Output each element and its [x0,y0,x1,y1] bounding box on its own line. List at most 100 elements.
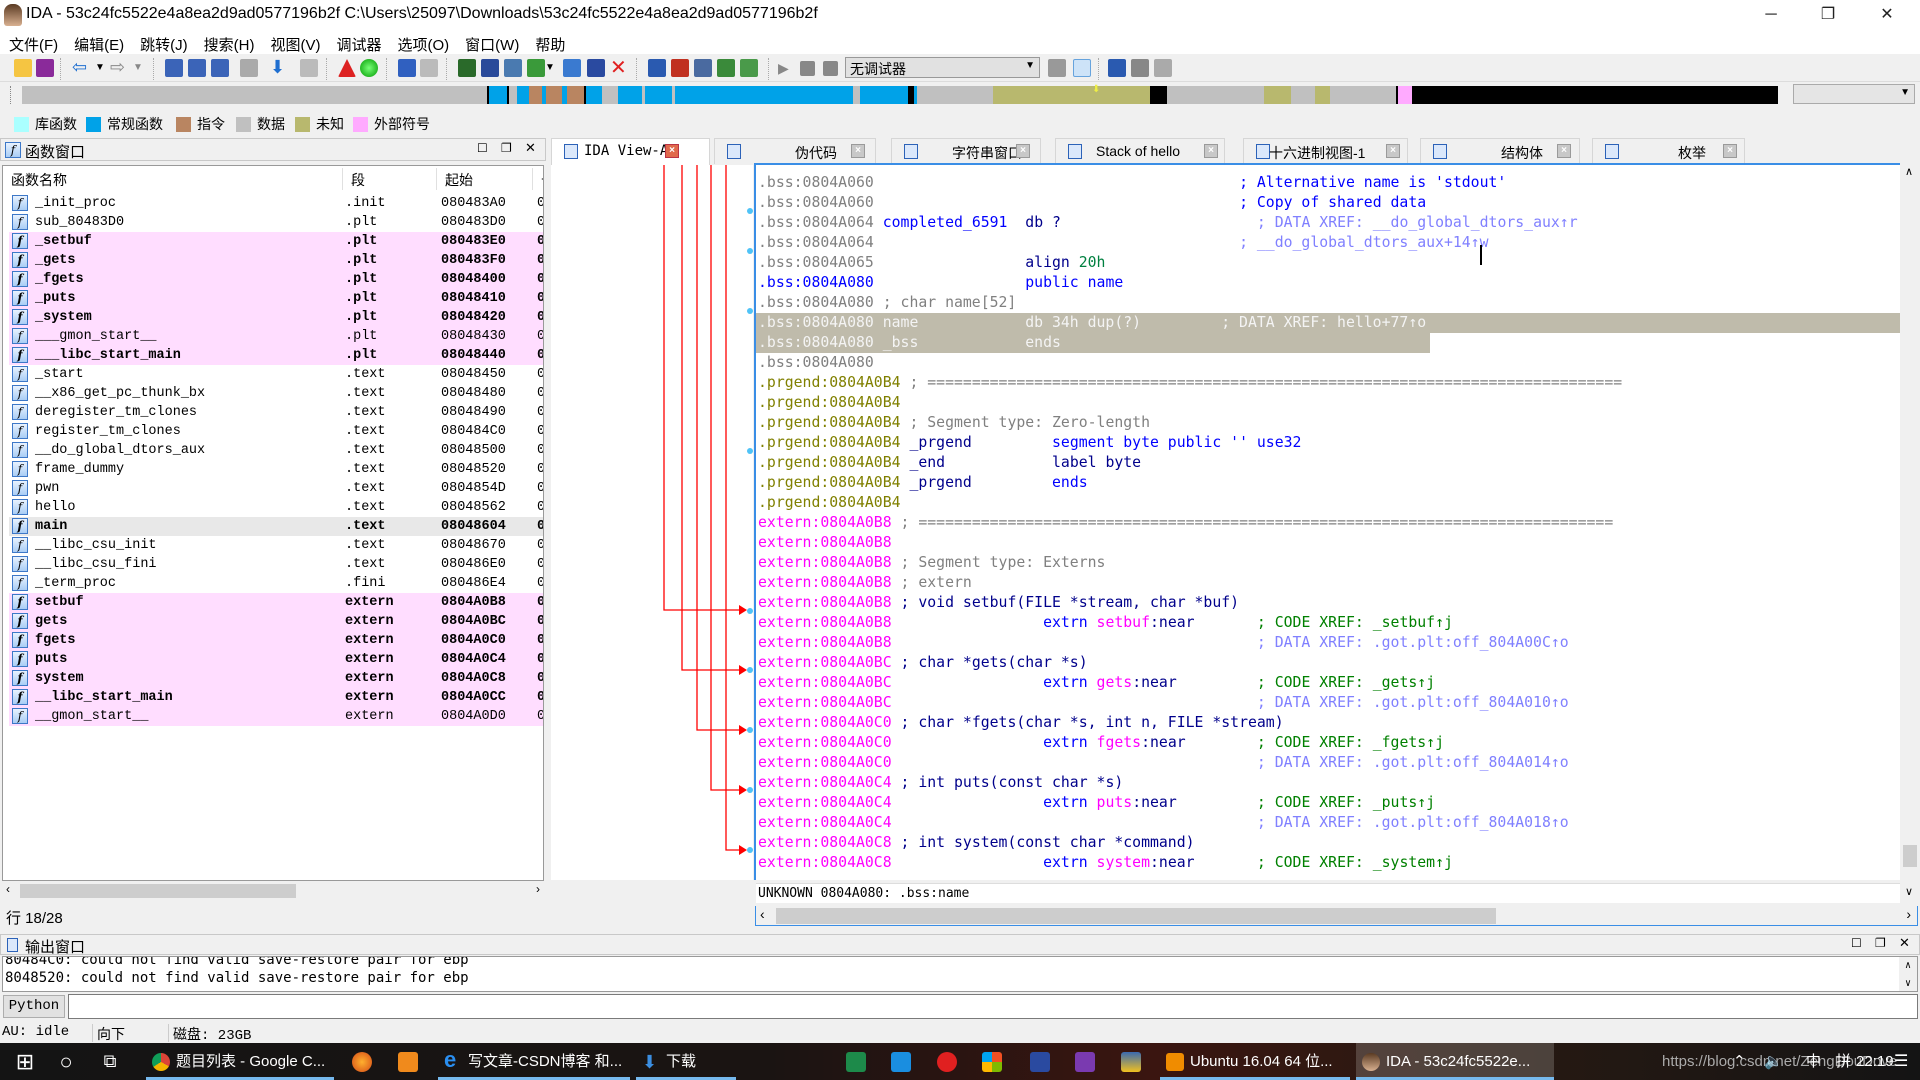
tab-3[interactable]: Stack of hello × [1055,138,1225,164]
menu-options[interactable]: 选项(O) [389,31,457,55]
open-icon[interactable] [14,59,32,77]
listing-line[interactable]: .bss:0804A080 ; char name[52] [756,293,1016,313]
trace-icon[interactable] [1131,59,1149,77]
function-row[interactable]: f register_tm_clones .text 080484C0 0 [9,422,543,441]
mail-icon[interactable] [891,1052,911,1072]
green-circle-icon[interactable] [360,59,378,77]
listing-line[interactable]: extern:0804A0B8 ; extern [756,573,972,593]
listing-line[interactable]: .bss:0804A065 align 20h [756,253,1105,273]
listing-line[interactable]: .prgend:0804A0B4 ; Segment type: Zero-le… [756,413,1150,433]
function-row[interactable]: fsetbuf extern 0804A0B8 0 [9,593,543,612]
string-dropdown-icon[interactable]: ▼ [545,59,563,77]
scroll-thumb[interactable] [20,884,296,898]
listing-line[interactable]: .bss:0804A080 name db 34h dup(?) ; DATA … [756,313,1900,333]
menu-view[interactable]: 视图(V) [261,31,327,55]
scroll-right-icon[interactable]: › [1906,906,1911,922]
menu-jump[interactable]: 跳转(J) [131,31,195,55]
scroll-thumb[interactable] [776,908,1496,924]
listing-line[interactable]: extern:0804A0B8 [756,533,892,553]
function-row[interactable]: f _setbuf .plt 080483E0 0 [9,232,543,251]
tray-network-icon[interactable]: ⌃ [1733,1043,1746,1080]
scroll-left-icon[interactable]: ‹ [760,906,765,922]
listing-line[interactable]: extern:0804A0C4 ; DATA XREF: .got.plt:of… [756,813,1569,833]
scroll-left-icon[interactable]: ‹ [6,882,10,896]
xref-arrow-line[interactable] [663,165,743,611]
listing-line[interactable]: .prgend:0804A0B4 [756,393,901,413]
listing-line[interactable]: extern:0804A0B8 extrn setbuf:near ; CODE… [756,613,1453,633]
function-row[interactable]: f __do_global_dtors_aux .text 08048500 0 [9,441,543,460]
function-row[interactable]: f _start .text 08048450 0 [9,365,543,384]
function-row[interactable]: f deregister_tm_clones .text 08048490 0 [9,403,543,422]
output-text[interactable]: 80484C0: could not find valid save-resto… [2,956,1918,992]
make-ascii-icon[interactable] [504,59,522,77]
search-binary-icon[interactable] [211,59,229,77]
function-row[interactable]: f __x86_get_pc_thunk_bx .text 08048480 0 [9,384,543,403]
rename-icon[interactable] [587,59,605,77]
function-row[interactable]: fgets extern 0804A0BC 0 [9,612,543,631]
xrefs-to-icon[interactable] [694,59,712,77]
menu-edit[interactable]: 编辑(E) [65,31,131,55]
listing-line[interactable]: extern:0804A0BC extrn gets:near ; CODE X… [756,673,1435,693]
maximize-panel-icon[interactable]: ☐ [477,141,488,155]
output-scrollbar[interactable]: ∧ ∨ [1899,957,1917,991]
make-code-icon[interactable] [458,59,476,77]
devcpp-icon[interactable] [1030,1052,1050,1072]
firefox-icon[interactable] [352,1052,372,1072]
tab-5[interactable]: 结构体 × [1420,138,1580,164]
taskbar-app-edge[interactable]: e 写文章-CSDN博客 和... [438,1043,630,1080]
disassembly-hscrollbar[interactable]: ‹ › [755,906,1918,926]
listing-line[interactable]: extern:0804A0BC ; char *gets(char *s) [756,653,1088,673]
navband-grip[interactable] [10,86,14,104]
float-panel-icon[interactable]: ❐ [501,141,512,155]
close-tab-icon[interactable]: × [1204,144,1218,158]
function-row[interactable]: f _fgets .plt 08048400 0 [9,270,543,289]
function-row[interactable]: fputs extern 0804A0C4 0 [9,650,543,669]
close-tab-icon[interactable]: × [665,144,679,158]
function-row[interactable]: f _gets .plt 080483F0 0 [9,251,543,270]
scroll-thumb[interactable] [1903,845,1917,867]
make-data-icon[interactable] [481,59,499,77]
close-tab-icon[interactable]: × [1557,144,1571,158]
python-icon[interactable] [1121,1052,1141,1072]
function-row[interactable]: f __libc_csu_fini .text 080486E0 0 [9,555,543,574]
debugger-select[interactable]: 无调试器 ▼ [845,57,1040,78]
text-view-icon[interactable] [420,59,438,77]
column-header-segment[interactable]: 段 [343,168,437,190]
functions-hscrollbar[interactable]: ‹ › [2,882,544,900]
search-text-icon[interactable] [188,59,206,77]
search-next-icon[interactable] [240,59,258,77]
column-header-length[interactable]: 长 [533,168,543,190]
function-row[interactable]: fpwn .text 0804854D 0 [9,479,543,498]
close-tab-icon[interactable]: × [851,144,865,158]
listing-line[interactable]: extern:0804A0C4 ; int puts(const char *s… [756,773,1123,793]
listing-line[interactable]: .prgend:0804A0B4 _prgend ends [756,473,1088,493]
run-to-cursor-icon[interactable] [1073,59,1091,77]
close-window-button[interactable]: ✕ [1864,2,1910,28]
column-header-name[interactable]: 函数名称 [3,168,343,190]
user-xrefs-icon[interactable] [740,59,758,77]
minimize-button[interactable]: ─ [1748,2,1794,28]
flow-chart-icon[interactable] [648,59,666,77]
function-row[interactable]: fsystem extern 0804A0C8 0 [9,669,543,688]
taskbar-app-chrome[interactable]: 题目列表 - Google C... [146,1043,334,1080]
listing-line[interactable]: .bss:0804A064 ; __do_global_dtors_aux+14… [756,233,1489,253]
navband-combo[interactable]: ▼ [1793,84,1915,104]
listing-line[interactable]: .bss:0804A080 [756,353,874,373]
function-row[interactable]: fmain .text 08048604 0 [9,517,543,536]
forward-arrow-icon[interactable]: ⇨ [110,58,128,77]
listing-line[interactable]: extern:0804A0C8 extrn system:near ; CODE… [756,853,1453,873]
maximize-panel-icon[interactable]: ☐ [1851,936,1862,950]
listing-line[interactable]: extern:0804A0C0 extrn fgets:near ; CODE … [756,733,1444,753]
pycharm-icon[interactable] [846,1052,866,1072]
task-view-icon[interactable]: ⧉ [100,1043,120,1080]
breakpoint-list-icon[interactable] [1108,59,1126,77]
listing-line[interactable]: .prgend:0804A0B4 _end label byte [756,453,1141,473]
search-sequence-icon[interactable] [165,59,183,77]
stop-icon[interactable] [823,61,838,76]
netease-music-icon[interactable] [937,1052,957,1072]
tab-0[interactable]: IDA View-A × [551,138,710,165]
store-icon[interactable] [982,1052,1002,1072]
close-tab-icon[interactable]: × [1386,144,1400,158]
menu-file[interactable]: 文件(F) [0,31,65,55]
listing-line[interactable]: extern:0804A0B8 ; Segment type: Externs [756,553,1105,573]
